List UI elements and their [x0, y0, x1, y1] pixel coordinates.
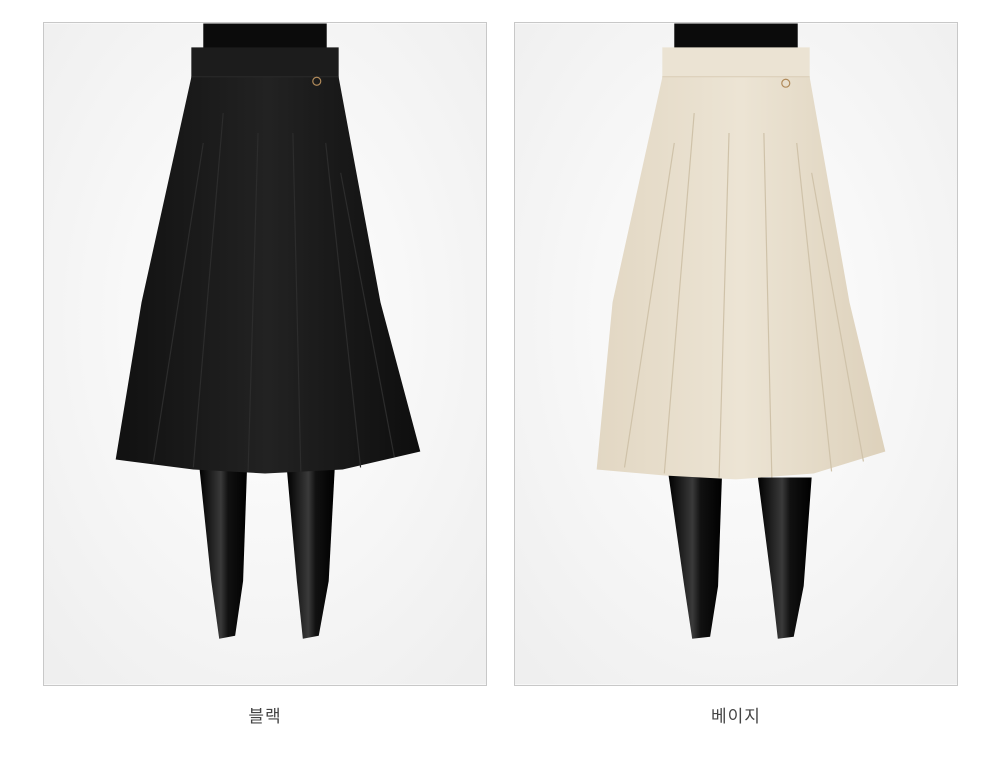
color-label-beige: 베이지: [711, 707, 761, 727]
skirt-waistband: [191, 47, 339, 78]
product-image-black[interactable]: [43, 22, 487, 686]
skirt-photo-black: [44, 23, 486, 685]
product-image-beige[interactable]: [514, 22, 958, 686]
skirt-waistband: [662, 47, 810, 78]
color-label-black: 블랙: [248, 707, 282, 727]
mannequin-neck: [674, 23, 798, 50]
mannequin-neck: [203, 23, 327, 50]
skirt-photo-beige: [515, 23, 957, 685]
